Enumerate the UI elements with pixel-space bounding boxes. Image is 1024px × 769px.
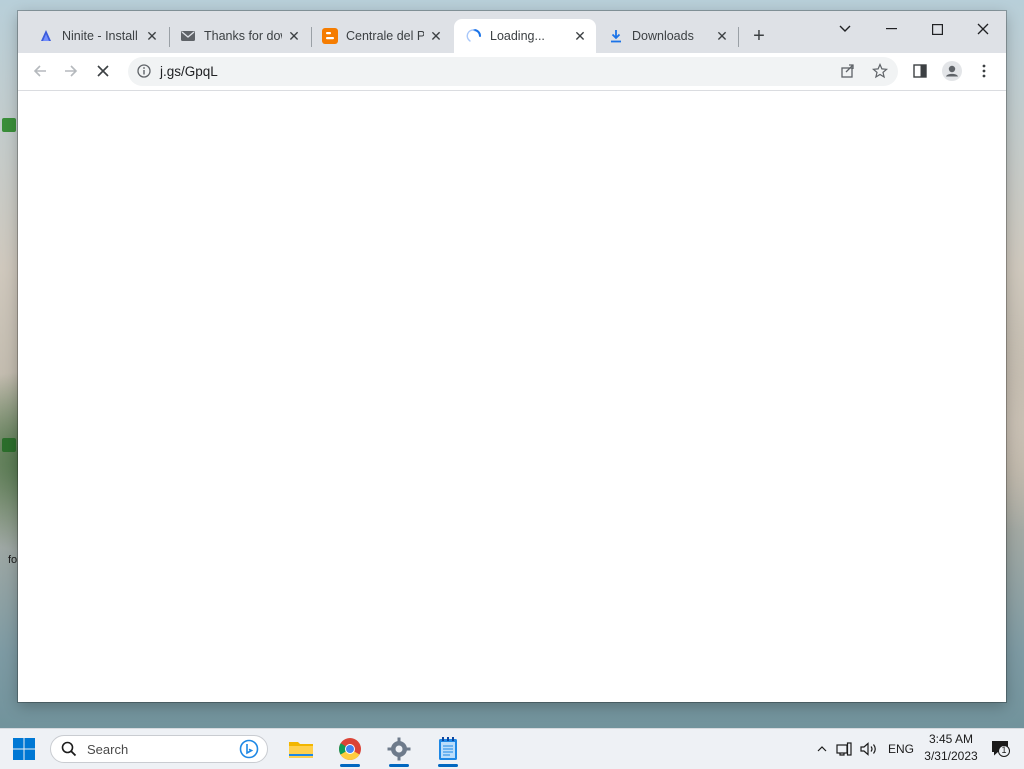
notification-center-button[interactable]: 1 — [991, 740, 1011, 758]
stop-icon — [97, 65, 109, 77]
minimize-button[interactable] — [871, 15, 911, 43]
tab-ninite[interactable]: Ninite - Install ✕ — [26, 19, 168, 53]
browser-toolbar: j.gs/GpqL — [18, 53, 1006, 91]
gear-icon — [387, 737, 411, 761]
loading-spinner-icon — [466, 28, 482, 44]
tab-strip: Ninite - Install ✕ Thanks for dow ✕ Cent… — [18, 11, 1006, 53]
tab-title: Ninite - Install — [62, 29, 138, 43]
running-indicator — [438, 764, 458, 767]
tab-title: Loading... — [490, 29, 545, 43]
desktop-label-fragment: fo — [8, 554, 18, 566]
tab-separator — [738, 27, 739, 47]
new-tab-button[interactable]: + — [747, 25, 771, 49]
chevron-up-icon[interactable] — [812, 746, 832, 752]
menu-button[interactable] — [972, 59, 996, 83]
chrome-icon — [339, 738, 361, 760]
site-info-icon[interactable] — [137, 64, 151, 78]
close-tab-icon[interactable]: ✕ — [428, 28, 444, 44]
notepad-app[interactable] — [428, 733, 468, 767]
tab-title: Thanks for dow — [204, 29, 282, 43]
bing-icon[interactable] — [239, 739, 259, 759]
side-panel-icon — [913, 64, 927, 78]
clock[interactable]: 3:45 AM 3/31/2023 — [918, 731, 984, 765]
start-button[interactable] — [12, 737, 36, 761]
forward-button[interactable] — [59, 59, 83, 83]
chevron-down-icon — [839, 25, 851, 32]
share-icon[interactable] — [840, 63, 856, 79]
notification-count-badge: 1 — [1001, 745, 1007, 755]
close-window-button[interactable] — [963, 15, 1003, 43]
minimize-icon — [885, 28, 897, 30]
browser-window: Ninite - Install ✕ Thanks for dow ✕ Cent… — [18, 11, 1006, 702]
desktop-icon-fragment — [2, 438, 16, 452]
forward-arrow-icon — [65, 65, 78, 77]
taskbar-search-box[interactable]: Search — [50, 735, 268, 763]
tab-centrale[interactable]: Centrale del Pr ✕ — [310, 19, 452, 53]
ninite-icon — [38, 28, 54, 44]
windows-logo-icon — [13, 738, 35, 760]
maximize-button[interactable] — [917, 15, 957, 43]
maximize-icon — [931, 23, 943, 35]
tab-downloads[interactable]: Downloads ✕ — [596, 19, 738, 53]
url-text: j.gs/GpqL — [160, 64, 218, 79]
chrome-app[interactable] — [330, 733, 370, 767]
network-icon[interactable] — [832, 742, 856, 756]
close-tab-icon[interactable]: ✕ — [144, 28, 160, 44]
tab-title: Downloads — [632, 29, 694, 43]
stop-loading-button[interactable] — [91, 59, 115, 83]
profile-avatar-icon — [942, 61, 962, 81]
close-tab-icon[interactable]: ✕ — [286, 28, 302, 44]
address-bar[interactable]: j.gs/GpqL — [128, 57, 898, 86]
tab-search-button[interactable] — [825, 15, 865, 43]
back-arrow-icon — [33, 65, 46, 77]
tab-title: Centrale del Pr — [346, 29, 424, 43]
volume-icon[interactable] — [856, 742, 882, 756]
close-icon — [977, 23, 989, 35]
taskbar: Search ENG 3:45 AM 3/31/2023 1 — [0, 728, 1024, 769]
system-tray: ENG — [812, 729, 920, 769]
more-vertical-icon — [982, 64, 986, 78]
mail-icon — [180, 28, 196, 44]
notepad-icon — [439, 737, 457, 760]
search-icon — [61, 741, 77, 757]
close-tab-icon[interactable]: ✕ — [714, 28, 730, 44]
desktop-icon-fragment — [2, 118, 16, 132]
file-explorer-app[interactable] — [281, 733, 321, 765]
time-text: 3:45 AM — [928, 732, 974, 746]
side-panel-button[interactable] — [908, 59, 932, 83]
tab-thanks[interactable]: Thanks for dow ✕ — [168, 19, 310, 53]
folder-icon — [289, 742, 313, 758]
download-icon — [608, 28, 624, 44]
profile-button[interactable] — [940, 59, 964, 83]
tab-loading[interactable]: Loading... ✕ — [454, 19, 596, 53]
blogger-icon — [322, 28, 338, 44]
settings-app[interactable] — [379, 733, 419, 767]
page-content[interactable] — [18, 91, 1006, 702]
language-indicator[interactable]: ENG — [882, 742, 920, 756]
bookmark-star-icon[interactable] — [871, 62, 889, 79]
close-tab-icon[interactable]: ✕ — [572, 28, 588, 44]
back-button[interactable] — [28, 59, 52, 83]
date-text: 3/31/2023 — [924, 749, 978, 763]
search-label: Search — [87, 742, 129, 757]
running-indicator — [389, 764, 409, 767]
running-indicator — [340, 764, 360, 767]
